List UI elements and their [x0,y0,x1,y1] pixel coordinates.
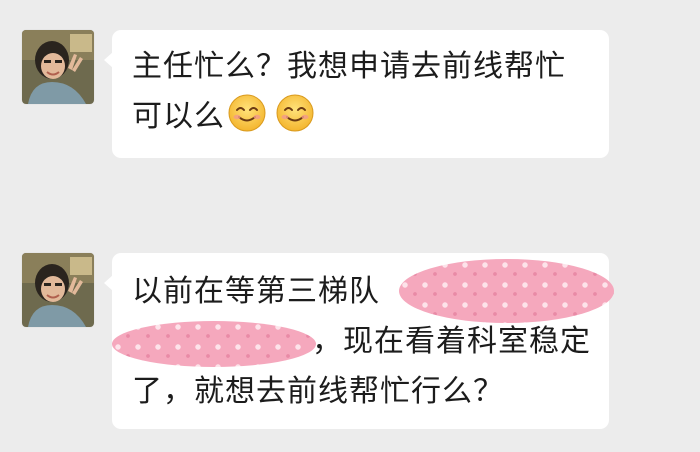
pink-sticker-redaction [112,321,316,367]
message-text: 可以么 [132,99,225,134]
sender-avatar[interactable] [22,253,94,327]
avatar-photo [22,30,94,104]
sender-avatar[interactable] [22,30,94,104]
message-text-line: 了，就想去前线帮忙行么？ [132,374,504,409]
message-text-line: 可以么 [132,92,609,142]
message-bubble[interactable]: 主任忙么？我想申请去前线帮忙 可以么 [112,30,609,158]
pink-sticker-redaction [399,259,614,323]
smiling-face-icon [275,93,315,133]
chat-area: 主任忙么？我想申请去前线帮忙 可以么 以前在等第三梯队 ，现在看着科室稳定 了，… [0,0,700,452]
message-text: ，现在看着科室稳定 [312,324,591,359]
avatar-photo [22,253,94,327]
smiling-face-icon [227,93,267,133]
message-text-line: 主任忙么？我想申请去前线帮忙 [132,49,566,84]
